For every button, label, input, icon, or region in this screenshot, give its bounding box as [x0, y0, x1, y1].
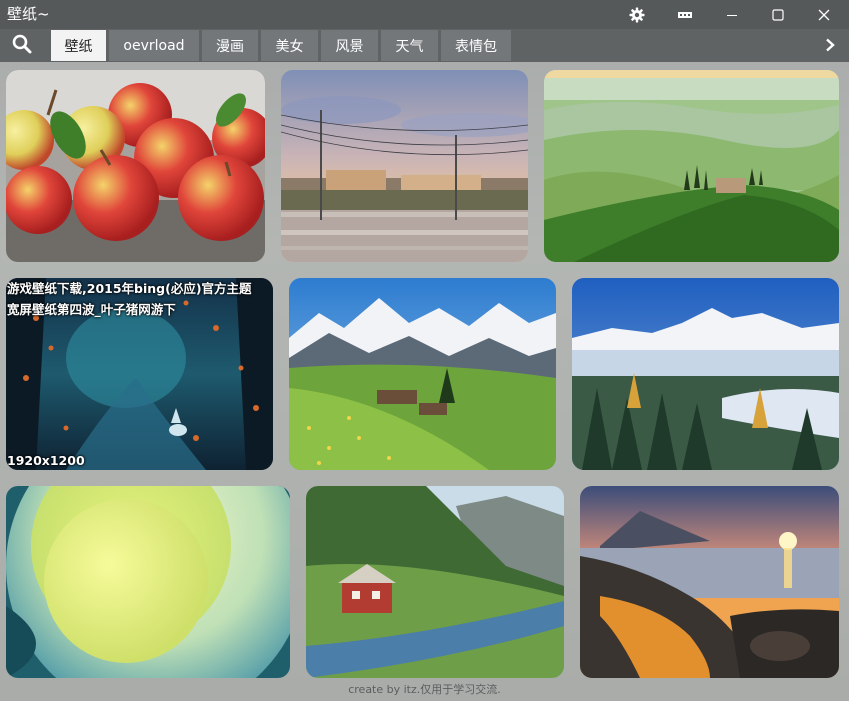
- category-tabs-bar: 壁纸 oevrload 漫画 美女 风景 天气 表情包: [0, 29, 849, 62]
- green-hills-image: [544, 70, 839, 262]
- apples-image: [6, 70, 265, 262]
- maximize-button[interactable]: [755, 0, 801, 29]
- minimize-button[interactable]: [709, 0, 755, 29]
- minimize-icon: [726, 9, 738, 21]
- valley-river-image: [306, 486, 564, 678]
- abstract-circles-image: [6, 486, 290, 678]
- wallpaper-thumbnail[interactable]: [580, 486, 839, 678]
- tab-comics[interactable]: 漫画: [202, 30, 258, 61]
- search-icon: [12, 34, 32, 58]
- tabs-next-button[interactable]: [817, 32, 843, 60]
- title-bar[interactable]: 壁纸~: [0, 0, 849, 29]
- wallpaper-resolution-label: 1920x1200: [7, 453, 85, 468]
- settings-button[interactable]: [614, 0, 660, 29]
- tab-weather[interactable]: 天气: [381, 30, 438, 61]
- wallpaper-thumbnail-hovered[interactable]: 游戏壁纸下载,2015年bing(必应)官方主题 宽屏壁纸第四波_叶子猪网游下 …: [6, 278, 273, 470]
- search-button[interactable]: [8, 32, 36, 60]
- alpine-meadow-image: [289, 278, 556, 470]
- wallpaper-thumbnail[interactable]: [281, 70, 528, 262]
- winter-mountains-image: [572, 278, 839, 470]
- wallpaper-thumbnail[interactable]: [306, 486, 564, 678]
- gear-icon: [629, 7, 645, 23]
- maximize-icon: [772, 8, 784, 21]
- tab-beauty[interactable]: 美女: [261, 30, 318, 61]
- skin-button[interactable]: [662, 0, 708, 29]
- town-sunset-image: [281, 70, 528, 262]
- app-window: 壁纸~ 壁纸 oevrload 漫画 美女 风景 天气 表情包 游戏壁纸下载,2…: [0, 0, 849, 701]
- coast-sunset-image: [580, 486, 839, 678]
- wallpaper-thumbnail[interactable]: [6, 70, 265, 262]
- wallpaper-title-overlay: 游戏壁纸下载,2015年bing(必应)官方主题 宽屏壁纸第四波_叶子猪网游下: [7, 281, 252, 317]
- wallpaper-thumbnail[interactable]: [6, 486, 290, 678]
- close-icon: [818, 9, 830, 21]
- chevron-right-icon: [824, 37, 836, 56]
- tab-stickers[interactable]: 表情包: [441, 30, 511, 61]
- skin-icon: [677, 10, 693, 20]
- wallpaper-thumbnail[interactable]: [544, 70, 839, 262]
- tab-oevrload[interactable]: oevrload: [109, 30, 199, 61]
- close-button[interactable]: [801, 0, 847, 29]
- tab-wallpaper[interactable]: 壁纸: [51, 30, 106, 61]
- footer-note: create by itz.仅用于学习交流.: [348, 683, 501, 696]
- wallpaper-thumbnail[interactable]: [289, 278, 556, 470]
- tab-scenery[interactable]: 风景: [321, 30, 378, 61]
- wallpaper-thumbnail[interactable]: [572, 278, 839, 470]
- window-title: 壁纸~: [7, 5, 50, 23]
